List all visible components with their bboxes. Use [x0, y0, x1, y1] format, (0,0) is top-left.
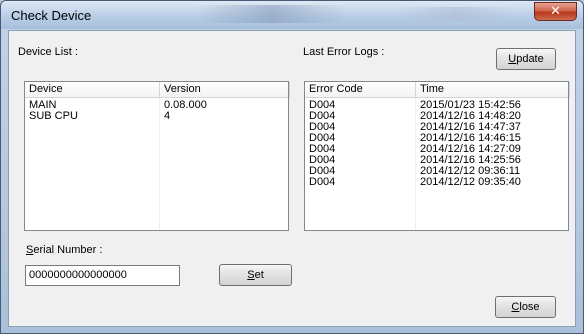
update-button[interactable]: Update	[496, 48, 556, 70]
label-text: erial Number :	[33, 244, 103, 256]
column-header-error-code[interactable]: Error Code	[305, 82, 416, 98]
device-list-header: Device Version	[25, 82, 290, 98]
button-accelerator: S	[247, 269, 255, 281]
button-accelerator: U	[508, 53, 517, 65]
error-logs-label: Last Error Logs :	[303, 46, 385, 58]
button-text: lose	[519, 301, 540, 313]
column-header-time[interactable]: Time	[416, 82, 570, 98]
window-title: Check Device	[11, 8, 92, 23]
device-cell: SUB CPU	[29, 110, 78, 122]
check-device-window: Check Device ✕ Device List : Device Vers…	[0, 0, 584, 334]
close-icon: ✕	[550, 4, 561, 19]
set-button[interactable]: Set	[219, 264, 292, 286]
button-text: et	[254, 269, 264, 281]
table-row[interactable]: D004 2014/12/12 09:35:40	[305, 177, 568, 188]
device-list-view[interactable]: Device Version MAIN 0.08.000 SUB CPU 4	[24, 81, 290, 231]
close-button[interactable]: Close	[495, 296, 556, 318]
column-header-version[interactable]: Version	[160, 82, 290, 98]
version-cell: 4	[164, 110, 171, 122]
error-code-cell: D004	[309, 176, 336, 188]
dialog-client-area: Device List : Device Version MAIN 0.08.0…	[8, 30, 576, 327]
serial-number-label: Serial Number :	[26, 244, 102, 256]
window-close-button[interactable]: ✕	[534, 2, 577, 21]
error-log-list-view[interactable]: Error Code Time D004 2015/01/23 15:42:56…	[304, 81, 570, 231]
error-log-header: Error Code Time	[305, 82, 570, 98]
button-text: pdate	[516, 53, 544, 65]
title-bar[interactable]: Check Device ✕	[1, 1, 583, 29]
table-row[interactable]: SUB CPU 4	[25, 111, 288, 122]
column-header-device[interactable]: Device	[25, 82, 160, 98]
time-cell: 2014/12/12 09:35:40	[420, 176, 521, 188]
device-list-label: Device List :	[18, 46, 78, 58]
serial-number-input[interactable]: 0000000000000000	[25, 265, 180, 286]
title-bar-blur	[196, 5, 346, 23]
title-bar-blur	[401, 7, 511, 21]
